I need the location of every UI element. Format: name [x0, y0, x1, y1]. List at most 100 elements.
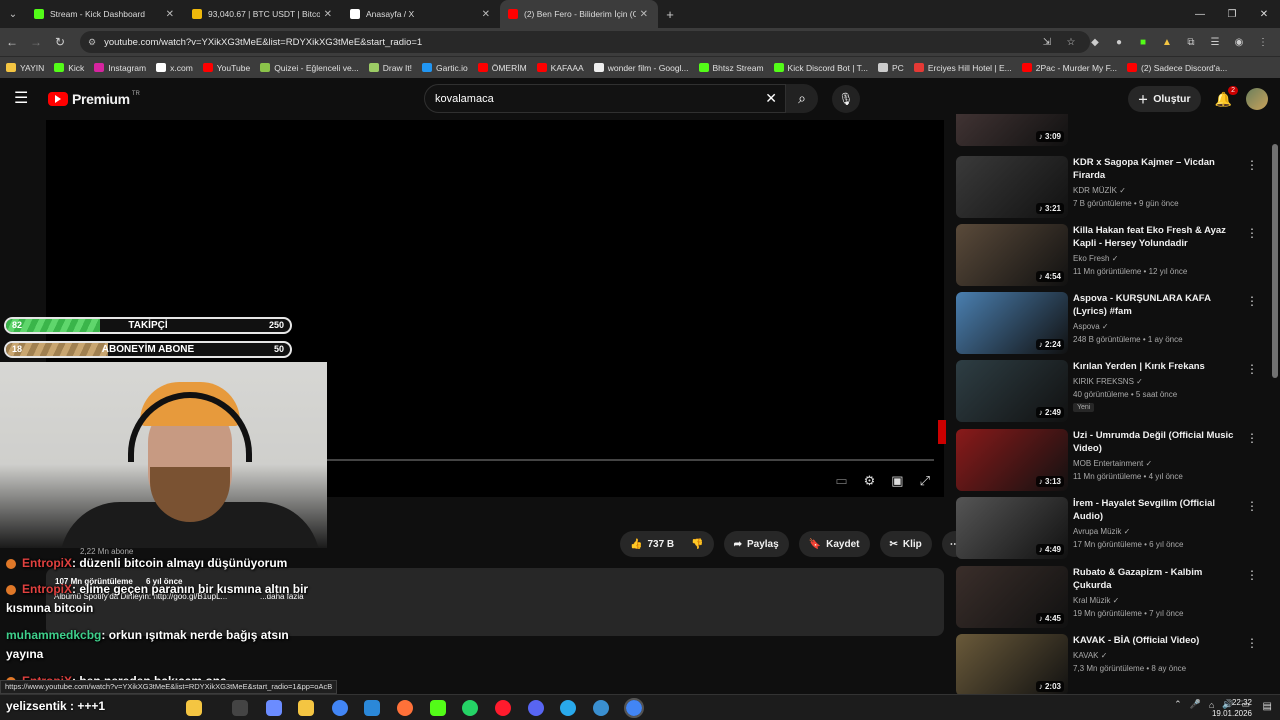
more-options-icon[interactable]: ⋮ — [1246, 362, 1258, 376]
create-button[interactable]: ＋ Oluştur — [1127, 86, 1201, 112]
bookmark-item[interactable]: x.com — [156, 63, 193, 73]
video-title[interactable]: Aspova - KURŞUNLARA KAFA (Lyrics) #fam — [1073, 292, 1243, 318]
clip-button[interactable]: ✂ Klip — [879, 531, 932, 557]
install-icon[interactable]: ⇲ — [1038, 37, 1056, 48]
bookmark-item[interactable]: (2) Sadece Discord'a... — [1127, 63, 1227, 73]
notifications-bell-icon[interactable]: 🔔 2 — [1215, 85, 1238, 108]
video-thumbnail[interactable]: ♪ 3:21 — [956, 156, 1068, 218]
video-thumbnail[interactable]: ♪ 2:24 — [956, 292, 1068, 354]
reading-list-icon[interactable]: ☰ — [1206, 37, 1224, 48]
settings-gear-icon[interactable]: ⚙ — [864, 473, 876, 489]
recommendation-item[interactable]: ♪ 4:49 İrem - Hayalet Sevgilim (Official … — [956, 497, 1268, 561]
channel-name[interactable]: Aspova ✓ — [1073, 322, 1109, 331]
channel-name[interactable]: KDR MÜZİK ✓ — [1073, 186, 1126, 195]
recommendation-item[interactable]: ♪ 2:49 Kırılan Yerden | Kırık Frekans KIRI… — [956, 360, 1268, 424]
video-thumbnail[interactable]: ♪ 2:03 — [956, 634, 1068, 696]
bookmark-item[interactable]: YAYIN — [6, 63, 44, 73]
bookmark-item[interactable]: Kick Discord Bot | T... — [773, 63, 868, 73]
browser-tab[interactable]: (2) Ben Fero - Biliderim İçin (Of ✕ — [500, 0, 658, 28]
search-input[interactable]: kovalamaca ✕ — [424, 84, 786, 113]
recommendation-item[interactable]: ♪ 2:24 Aspova - KURŞUNLARA KAFA (Lyrics) … — [956, 292, 1268, 356]
subtitles-icon[interactable]: ▭ — [835, 473, 847, 489]
channel-name[interactable]: Avrupa Müzik ✓ — [1073, 527, 1130, 536]
browser-menu-icon[interactable]: ⋮ — [1254, 37, 1272, 48]
firefox-icon[interactable] — [397, 700, 413, 716]
extension-icon-3[interactable]: ■ — [1134, 37, 1152, 48]
share-button[interactable]: ➦ Paylaş — [723, 531, 789, 557]
bookmark-item[interactable]: Erciyes Hill Hotel | E... — [913, 63, 1012, 73]
telegram-icon[interactable] — [560, 700, 576, 716]
extension-icon[interactable]: ◆ — [1086, 37, 1104, 48]
task-view-icon[interactable] — [232, 700, 248, 716]
mic-tray-icon[interactable]: 🎤 — [1190, 699, 1201, 710]
bookmark-item[interactable]: 2Pac - Murder My F... — [1021, 63, 1117, 73]
bookmark-item[interactable]: wonder film - Googl... — [593, 63, 689, 73]
dislike-icon[interactable]: 👎 — [691, 539, 703, 550]
discord-icon[interactable] — [528, 700, 544, 716]
video-title[interactable]: Rubato & Gazapizm - Kalbim Çukurda — [1073, 566, 1243, 592]
more-options-icon[interactable]: ⋮ — [1246, 636, 1258, 650]
video-thumbnail[interactable]: ♪ 4:54 — [956, 224, 1068, 286]
bookmark-item[interactable]: Instagram — [94, 63, 146, 73]
chrome-icon[interactable] — [332, 700, 348, 716]
tray-chevron-icon[interactable]: ⌃ — [1174, 699, 1182, 710]
tab-close-icon[interactable]: ✕ — [324, 9, 332, 20]
bookmark-item[interactable]: YouTube — [202, 63, 250, 73]
extensions-puzzle-icon[interactable]: ⧉ — [1182, 37, 1200, 48]
maximize-button[interactable]: ❐ — [1216, 0, 1248, 28]
opera-icon[interactable] — [495, 700, 511, 716]
more-options-icon[interactable]: ⋮ — [1246, 226, 1258, 240]
minimize-button[interactable]: — — [1184, 0, 1216, 28]
recommendation-item[interactable]: ♪ 4:45 Rubato & Gazapizm - Kalbim Çukurda… — [956, 566, 1268, 630]
chrome-active-icon[interactable] — [624, 698, 644, 718]
notification-center-icon[interactable]: ▤ — [1263, 701, 1272, 712]
sparkle-icon[interactable] — [186, 700, 202, 716]
channel-name[interactable]: Eko Fresh ✓ — [1073, 254, 1118, 263]
app-icon[interactable] — [593, 700, 609, 716]
save-button[interactable]: 🔖 Kaydet — [798, 531, 870, 557]
bookmark-item[interactable]: Draw It! — [368, 63, 412, 73]
tab-close-icon[interactable]: ✕ — [166, 9, 174, 20]
video-title[interactable]: KAVAK - BİA (Official Video) — [1073, 634, 1243, 647]
file-explorer-icon[interactable] — [298, 700, 314, 716]
bookmark-item[interactable]: ÖMERİM — [477, 63, 527, 73]
more-options-icon[interactable]: ⋮ — [1246, 568, 1258, 582]
browser-tab[interactable]: Anasayfa / X ✕ — [342, 0, 500, 28]
url-field[interactable]: ⚙ youtube.com/watch?v=YXikXG3tMeE&list=R… — [80, 31, 1090, 53]
sidebar-scrollbar[interactable] — [1272, 144, 1278, 378]
reload-button[interactable]: ↻ — [48, 35, 72, 49]
video-title[interactable]: Uzi - Umrumda Değil (Official Music Vide… — [1073, 429, 1243, 455]
clear-search-icon[interactable]: ✕ — [765, 90, 777, 107]
channel-name[interactable]: KIRIK FREKSNS ✓ — [1073, 377, 1143, 386]
more-options-icon[interactable]: ⋮ — [1246, 294, 1258, 308]
video-thumbnail[interactable]: ♪ 3:13 — [956, 429, 1068, 491]
video-title[interactable]: İrem - Hayalet Sevgilim (Official Audio) — [1073, 497, 1243, 523]
recommendation-item[interactable]: ♪ 3:0915 B görüntüleme • 9 gün önce — [956, 114, 1268, 148]
bookmark-item[interactable]: Gartic.io — [422, 63, 468, 73]
progress-bar[interactable] — [326, 459, 934, 461]
channel-name[interactable]: Kral Müzik ✓ — [1073, 596, 1119, 605]
mail-icon[interactable] — [364, 700, 380, 716]
video-thumbnail[interactable]: ♪ 3:09 — [956, 114, 1068, 146]
recommendation-item[interactable]: ♪ 2:03 KAVAK - BİA (Official Video) KAVAK … — [956, 634, 1268, 696]
more-options-icon[interactable]: ⋮ — [1246, 158, 1258, 172]
copilot-icon[interactable] — [266, 700, 282, 716]
new-tab-button[interactable]: + — [658, 7, 682, 22]
recommendation-item[interactable]: ♪ 3:13 Uzi - Umrumda Değil (Official Musi… — [956, 429, 1268, 493]
bookmark-star-icon[interactable]: ☆ — [1062, 37, 1080, 48]
youtube-logo[interactable]: Premium TR — [48, 91, 140, 107]
theater-mode-icon[interactable]: ▣ — [891, 473, 903, 489]
video-thumbnail[interactable]: ♪ 4:49 — [956, 497, 1068, 559]
whatsapp-icon[interactable] — [462, 700, 478, 716]
search-button[interactable]: ⌕ — [786, 84, 818, 113]
guide-menu-icon[interactable]: ☰ — [14, 90, 32, 108]
recommendation-item[interactable]: ♪ 4:54 Killa Hakan feat Eko Fresh & Ayaz … — [956, 224, 1268, 288]
browser-tab[interactable]: Stream - Kick Dashboard ✕ — [26, 0, 184, 28]
video-thumbnail[interactable]: ♪ 2:49 — [956, 360, 1068, 422]
tab-search-button[interactable]: ⌄ — [0, 0, 26, 28]
channel-name[interactable]: MOB Entertainment ✓ — [1073, 459, 1152, 468]
browser-tab[interactable]: 93,040.67 | BTC USDT | Bitcoin t ✕ — [184, 0, 342, 28]
bookmark-item[interactable]: KAFAAA — [536, 63, 584, 73]
video-title[interactable]: KDR x Sagopa Kajmer – Vicdan Firarda — [1073, 156, 1243, 182]
tab-close-icon[interactable]: ✕ — [640, 9, 648, 20]
